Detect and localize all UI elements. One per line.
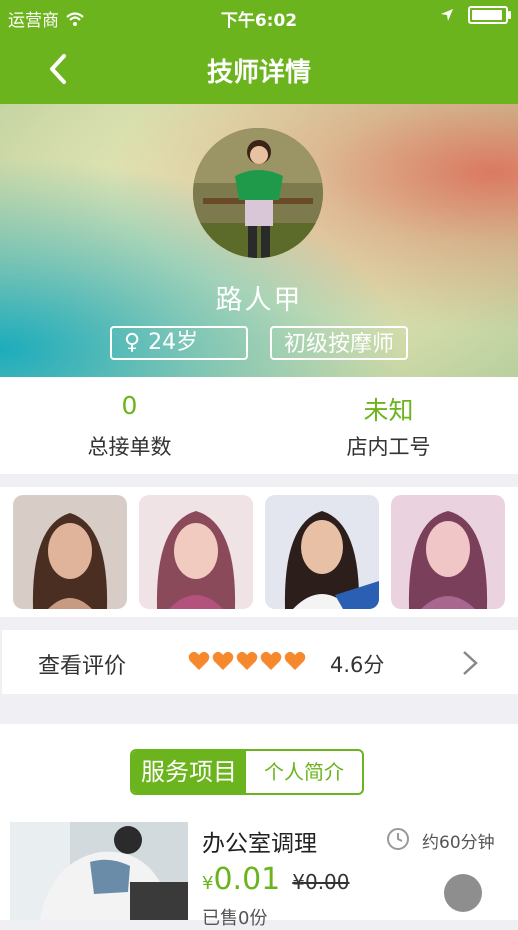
tab-profile[interactable]: 个人简介 [246, 751, 362, 793]
heart-icon [284, 651, 306, 670]
reviews-row[interactable]: 查看评价 4.6分 [2, 630, 518, 694]
status-bar: 运营商 下午6:02 [0, 0, 518, 34]
heart-icon [260, 651, 282, 670]
age-label: 24岁 [148, 330, 199, 355]
chevron-right-icon [463, 651, 478, 675]
rating-score: 4.6分 [330, 653, 385, 677]
stat-value: 未知 [363, 396, 414, 425]
gender-age-tag: ♀ 24岁 [110, 326, 248, 360]
currency-symbol: ¥ [202, 873, 214, 894]
heart-icon [236, 651, 258, 670]
rating-hearts [188, 651, 306, 671]
location-arrow-icon [441, 9, 453, 21]
service-price: 0.01 [213, 862, 281, 897]
avatar[interactable] [193, 128, 323, 258]
nav-bar: 技师详情 [0, 34, 518, 104]
gallery-photo[interactable] [139, 495, 253, 609]
female-icon: ♀ [124, 330, 141, 355]
service-name: 办公室调理 [202, 831, 317, 857]
photo-gallery [0, 487, 518, 617]
stats-panel: 0 总接单数 未知 店内工号 [0, 377, 518, 474]
heart-icon [212, 651, 234, 670]
reviews-label: 查看评价 [38, 654, 127, 679]
stat-orders: 0 总接单数 [0, 391, 259, 461]
tab-segment: 服务项目 个人简介 [130, 749, 364, 795]
top-bar: 运营商 下午6:02 技师详情 [0, 0, 518, 104]
original-price: ¥0.00 [292, 870, 350, 894]
battery-icon [468, 6, 511, 24]
avatar-photo [193, 128, 323, 258]
add-service-button[interactable] [444, 874, 482, 912]
service-image[interactable] [10, 822, 188, 920]
page-title: 技师详情 [206, 58, 311, 88]
stat-label: 总接单数 [87, 435, 172, 459]
stat-employee-id: 未知 店内工号 [259, 391, 518, 461]
heart-icon [188, 651, 210, 670]
tab-services[interactable]: 服务项目 [132, 751, 246, 793]
profile-header: 路人甲 ♀ 24岁 初级按摩师 [0, 104, 518, 377]
services-section: 服务项目 个人简介 办公室调理 约60分钟 ¥ 0.01 ¥0.00 已售0份 [0, 724, 518, 929]
gallery-photo[interactable] [13, 495, 127, 609]
stat-label: 店内工号 [346, 435, 431, 459]
gallery-photo[interactable] [265, 495, 379, 609]
technician-name: 路人甲 [215, 285, 303, 316]
gallery-photo[interactable] [391, 495, 505, 609]
level-tag: 初级按摩师 [270, 326, 408, 360]
stat-value: 0 [121, 391, 138, 420]
clock-icon [387, 828, 409, 850]
price-row: ¥ 0.01 ¥0.00 [202, 862, 350, 897]
service-duration: 约60分钟 [422, 833, 495, 853]
sold-count: 已售0份 [202, 908, 268, 929]
